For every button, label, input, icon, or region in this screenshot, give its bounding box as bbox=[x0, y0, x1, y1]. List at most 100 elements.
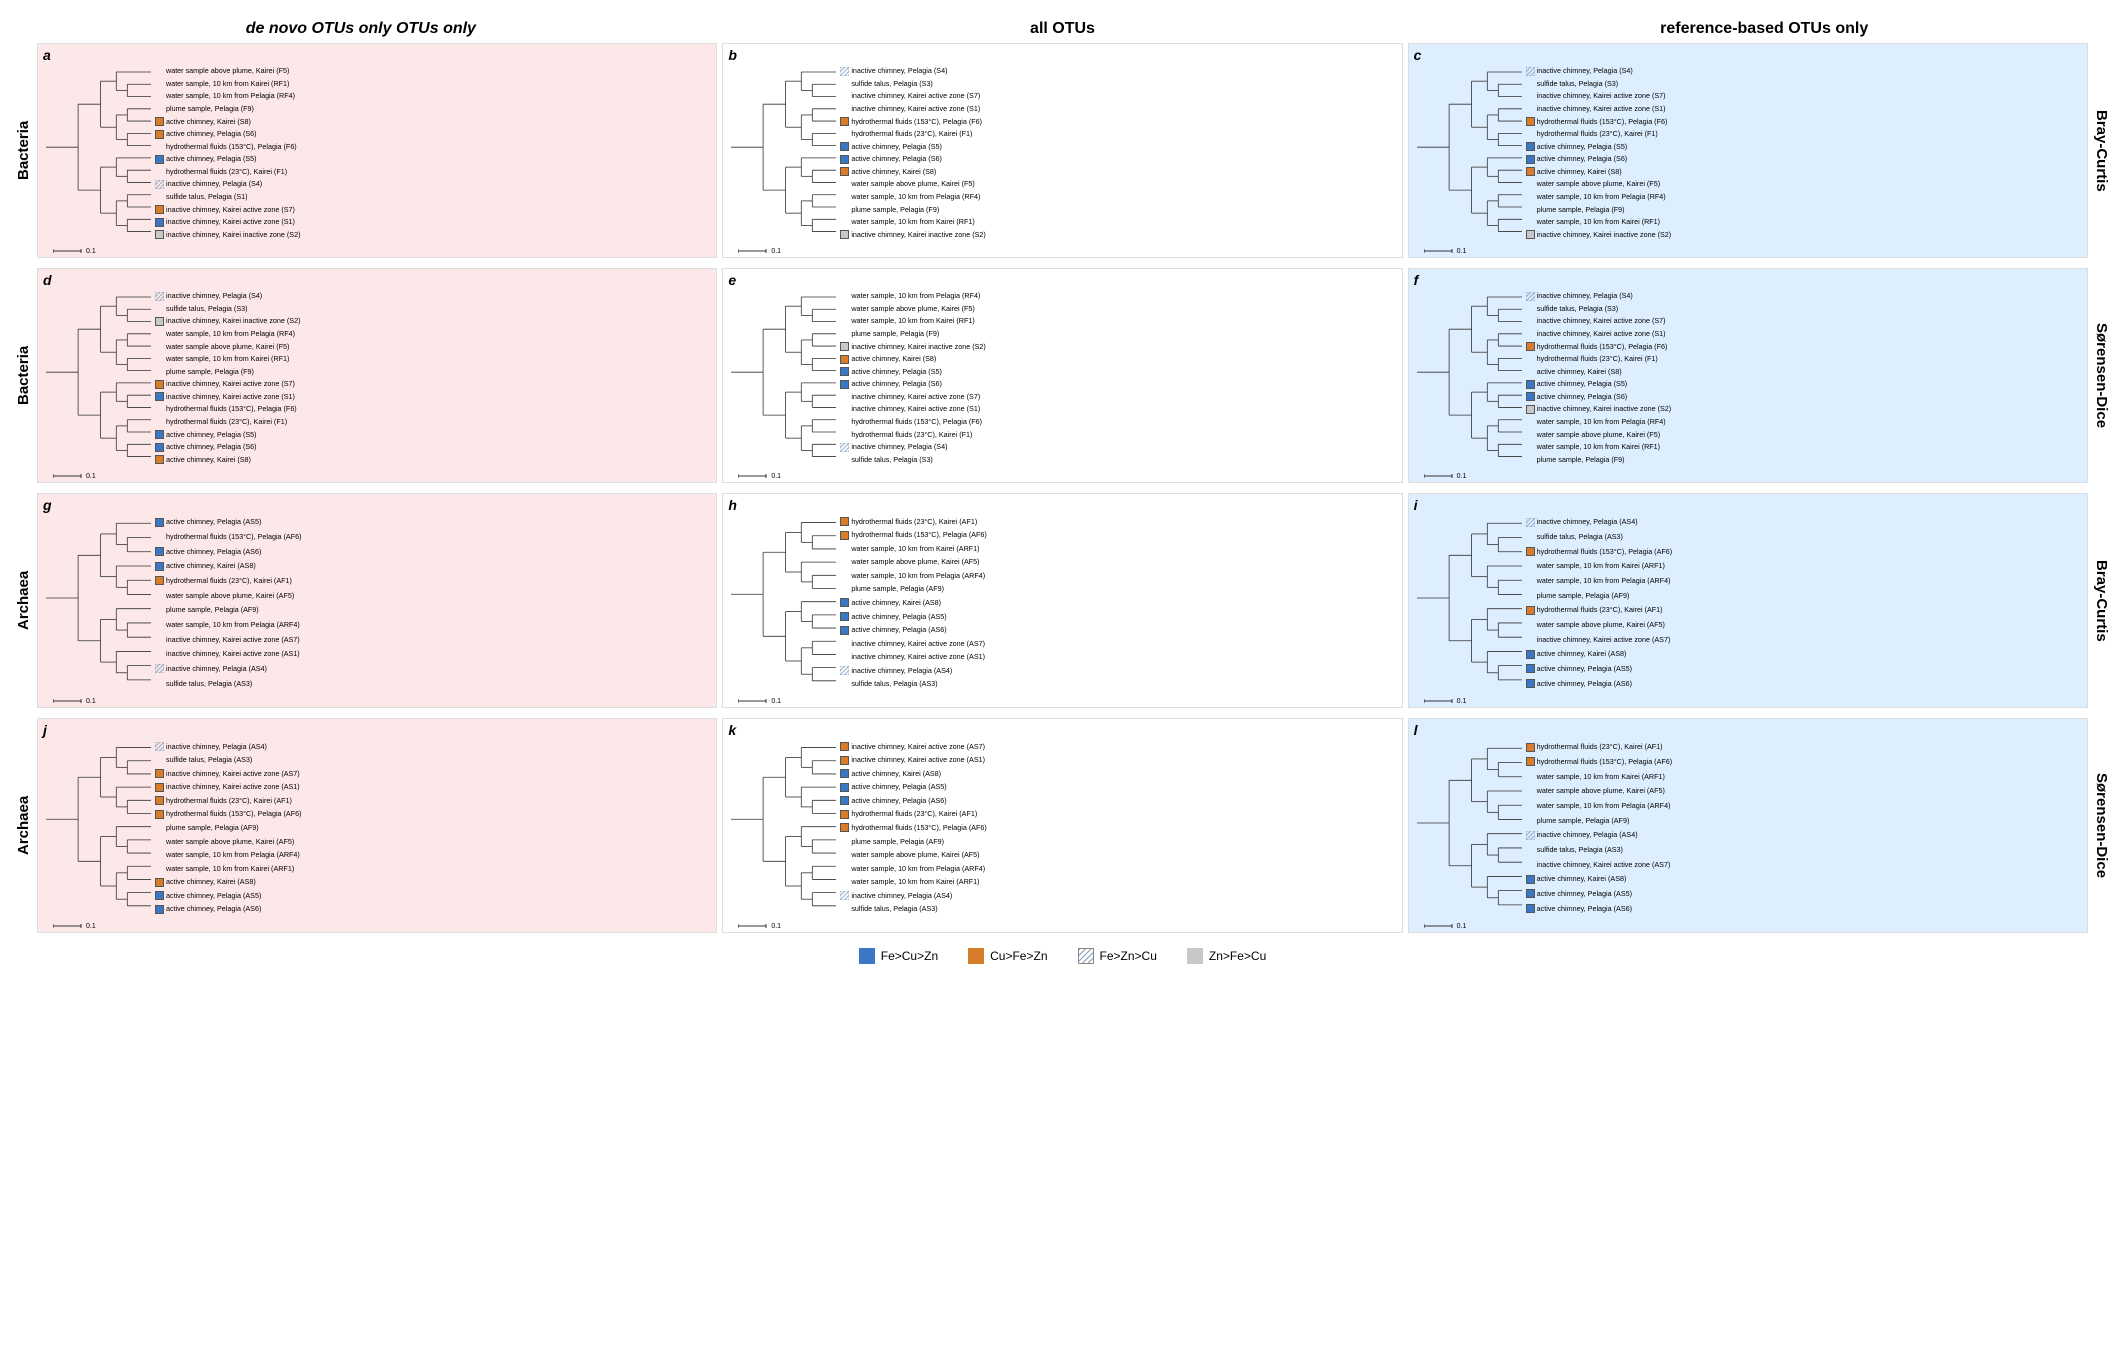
sample-item-c-11: plume sample, Pelagia (F9) bbox=[1526, 205, 2085, 214]
sample-label: water sample, 10 km from Pelagia (ARF4) bbox=[1537, 802, 1671, 810]
labels-j: inactive chimney, Pelagia (AS4)sulfide t… bbox=[153, 739, 716, 917]
sample-item-a-3: plume sample, Pelagia (F9) bbox=[155, 104, 714, 113]
sample-item-g-3: active chimney, Kairei (AS8) bbox=[155, 562, 714, 571]
sample-label: water sample, 10 km from Pelagia (ARF4) bbox=[851, 572, 985, 580]
scale-bar-b: 0.1 bbox=[738, 247, 781, 255]
legend-box-blue bbox=[859, 948, 875, 964]
labels-a: water sample above plume, Kairei (F5)wat… bbox=[153, 64, 716, 242]
sample-item-a-1: water sample, 10 km from Kairei (RF1) bbox=[155, 79, 714, 88]
sample-item-l-3: water sample above plume, Kairei (AF5) bbox=[1526, 787, 2085, 796]
sample-item-b-10: water sample, 10 km from Pelagia (RF4) bbox=[840, 192, 1399, 201]
sample-label: inactive chimney, Kairei active zone (AS… bbox=[166, 770, 300, 778]
row-bacteria-bray-curtis: Bacteria awater sample above plume, Kair… bbox=[10, 43, 2115, 258]
sample-item-i-7: water sample above plume, Kairei (AF5) bbox=[1526, 620, 2085, 629]
sample-label: inactive chimney, Kairei inactive zone (… bbox=[851, 231, 986, 239]
sample-label: water sample above plume, Kairei (AF5) bbox=[1537, 787, 1665, 795]
sample-item-e-0: water sample, 10 km from Pelagia (RF4) bbox=[840, 292, 1399, 301]
sample-item-j-2: inactive chimney, Kairei active zone (AS… bbox=[155, 769, 714, 778]
sample-label: inactive chimney, Kairei active zone (AS… bbox=[851, 653, 985, 661]
tree-svg-i bbox=[1409, 514, 1524, 692]
col-header-1: de novo OTUs only OTUs only bbox=[10, 20, 712, 38]
sample-label: inactive chimney, Kairei active zone (AS… bbox=[1537, 636, 1671, 644]
sample-item-j-1: sulfide talus, Pelagia (AS3) bbox=[155, 756, 714, 765]
sample-item-i-1: sulfide talus, Pelagia (AS3) bbox=[1526, 532, 2085, 541]
sample-item-j-11: active chimney, Pelagia (AS5) bbox=[155, 891, 714, 900]
sample-item-j-4: hydrothermal fluids (23°C), Kairei (AF1) bbox=[155, 796, 714, 805]
sample-item-c-7: active chimney, Pelagia (S6) bbox=[1526, 155, 2085, 164]
sample-label: active chimney, Pelagia (S6) bbox=[166, 130, 257, 138]
sample-item-a-11: inactive chimney, Kairei active zone (S7… bbox=[155, 205, 714, 214]
legend-label-cu-fe-zn: Cu>Fe>Zn bbox=[990, 949, 1047, 963]
sample-label: active chimney, Pelagia (S5) bbox=[851, 143, 942, 151]
legend-item-zn-fe-cu: Zn>Fe>Cu bbox=[1187, 948, 1266, 964]
sample-item-b-11: plume sample, Pelagia (F9) bbox=[840, 205, 1399, 214]
sample-label: inactive chimney, Kairei active zone (AS… bbox=[1537, 861, 1671, 869]
sample-item-k-5: hydrothermal fluids (23°C), Kairei (AF1) bbox=[840, 810, 1399, 819]
sample-item-h-4: water sample, 10 km from Pelagia (ARF4) bbox=[840, 571, 1399, 580]
sample-label: active chimney, Pelagia (S5) bbox=[166, 155, 257, 163]
sample-item-e-12: inactive chimney, Pelagia (S4) bbox=[840, 443, 1399, 452]
row-label-sorensen-2: Sørensen-Dice bbox=[2088, 718, 2115, 933]
sample-item-a-7: active chimney, Pelagia (S5) bbox=[155, 155, 714, 164]
sample-item-d-12: active chimney, Pelagia (S6) bbox=[155, 443, 714, 452]
row-archaea-bray-curtis: Archaea gactive chimney, Pelagia (AS5)hy… bbox=[10, 493, 2115, 708]
sample-label: plume sample, Pelagia (F9) bbox=[166, 368, 254, 376]
sample-label: hydrothermal fluids (153°C), Pelagia (AF… bbox=[851, 531, 987, 539]
sample-item-i-11: active chimney, Pelagia (AS6) bbox=[1526, 679, 2085, 688]
sample-label: water sample, 10 km from Kairei (RF1) bbox=[1537, 218, 1660, 226]
sample-label: sulfide talus, Pelagia (AS3) bbox=[1537, 533, 1623, 541]
row-label-archaea-1: Archaea bbox=[10, 493, 37, 708]
sample-label: water sample, 10 km from Kairei (ARF1) bbox=[851, 545, 979, 553]
sample-label: water sample, 10 km from Kairei (ARF1) bbox=[851, 878, 979, 886]
sample-label: inactive chimney, Pelagia (S4) bbox=[166, 292, 262, 300]
sample-label: inactive chimney, Pelagia (S4) bbox=[851, 67, 947, 75]
sample-item-c-9: water sample above plume, Kairei (F5) bbox=[1526, 180, 2085, 189]
sample-label: sulfide talus, Pelagia (AS3) bbox=[166, 680, 252, 688]
sample-label: water sample above plume, Kairei (F5) bbox=[166, 343, 289, 351]
tree-svg-e bbox=[723, 289, 838, 467]
sample-item-k-3: active chimney, Pelagia (AS5) bbox=[840, 783, 1399, 792]
sample-label: inactive chimney, Kairei active zone (AS… bbox=[166, 636, 300, 644]
sample-item-h-8: active chimney, Pelagia (AS6) bbox=[840, 626, 1399, 635]
sample-item-i-9: active chimney, Kairei (AS8) bbox=[1526, 650, 2085, 659]
sample-item-a-6: hydrothermal fluids (153°C), Pelagia (F6… bbox=[155, 142, 714, 151]
sample-label: hydrothermal fluids (153°C), Pelagia (AF… bbox=[166, 533, 302, 541]
sample-label: active chimney, Pelagia (AS5) bbox=[851, 613, 946, 621]
sample-item-g-2: active chimney, Pelagia (AS6) bbox=[155, 547, 714, 556]
sample-item-c-4: hydrothermal fluids (153°C), Pelagia (F6… bbox=[1526, 117, 2085, 126]
sample-item-b-3: inactive chimney, Kairei active zone (S1… bbox=[840, 104, 1399, 113]
sample-item-e-4: inactive chimney, Kairei inactive zone (… bbox=[840, 342, 1399, 351]
sample-item-f-11: water sample above plume, Kairei (F5) bbox=[1526, 430, 2085, 439]
sample-item-k-2: active chimney, Kairei (AS8) bbox=[840, 769, 1399, 778]
legend-item-cu-fe-zn: Cu>Fe>Zn bbox=[968, 948, 1047, 964]
sample-item-a-2: water sample, 10 km from Pelagia (RF4) bbox=[155, 92, 714, 101]
sample-item-j-7: water sample above plume, Kairei (AF5) bbox=[155, 837, 714, 846]
sample-item-g-4: hydrothermal fluids (23°C), Kairei (AF1) bbox=[155, 576, 714, 585]
sample-label: active chimney, Pelagia (AS5) bbox=[166, 892, 261, 900]
sample-label: water sample, 10 km from Pelagia (ARF4) bbox=[851, 865, 985, 873]
sample-item-d-7: inactive chimney, Kairei active zone (S7… bbox=[155, 380, 714, 389]
sample-item-c-6: active chimney, Pelagia (S5) bbox=[1526, 142, 2085, 151]
sample-label: inactive chimney, Kairei active zone (S1… bbox=[851, 405, 980, 413]
row-label-bray-curtis-1: Bray-Curtis bbox=[2088, 43, 2115, 258]
sample-item-f-6: active chimney, Kairei (S8) bbox=[1526, 367, 2085, 376]
sample-label: hydrothermal fluids (23°C), Kairei (AF1) bbox=[1537, 743, 1663, 751]
tree-svg-j bbox=[38, 739, 153, 917]
sample-item-c-2: inactive chimney, Kairei active zone (S7… bbox=[1526, 92, 2085, 101]
sample-item-g-0: active chimney, Pelagia (AS5) bbox=[155, 518, 714, 527]
sample-label: active chimney, Pelagia (AS6) bbox=[851, 797, 946, 805]
sample-item-j-12: active chimney, Pelagia (AS6) bbox=[155, 905, 714, 914]
panel-c: cinactive chimney, Pelagia (S4)sulfide t… bbox=[1408, 43, 2088, 258]
labels-e: water sample, 10 km from Pelagia (RF4) wa… bbox=[838, 289, 1401, 467]
legend: Fe>Cu>Zn Cu>Fe>Zn Fe>Zn>Cu Zn>Fe>Cu bbox=[10, 943, 2115, 969]
sample-item-h-11: inactive chimney, Pelagia (AS4) bbox=[840, 666, 1399, 675]
sample-label: hydrothermal fluids (23°C), Kairei (F1) bbox=[851, 130, 972, 138]
sample-item-h-9: inactive chimney, Kairei active zone (AS… bbox=[840, 639, 1399, 648]
sample-item-d-1: sulfide talus, Pelagia (S3) bbox=[155, 304, 714, 313]
sample-item-g-7: water sample, 10 km from Pelagia (ARF4) bbox=[155, 620, 714, 629]
sample-item-f-7: active chimney, Pelagia (S5) bbox=[1526, 380, 2085, 389]
sample-label: plume sample, Pelagia (F9) bbox=[1537, 456, 1625, 464]
sample-item-b-4: hydrothermal fluids (153°C), Pelagia (F6… bbox=[840, 117, 1399, 126]
sample-label: water sample above plume, Kairei (F5) bbox=[851, 305, 974, 313]
sample-item-g-8: inactive chimney, Kairei active zone (AS… bbox=[155, 635, 714, 644]
